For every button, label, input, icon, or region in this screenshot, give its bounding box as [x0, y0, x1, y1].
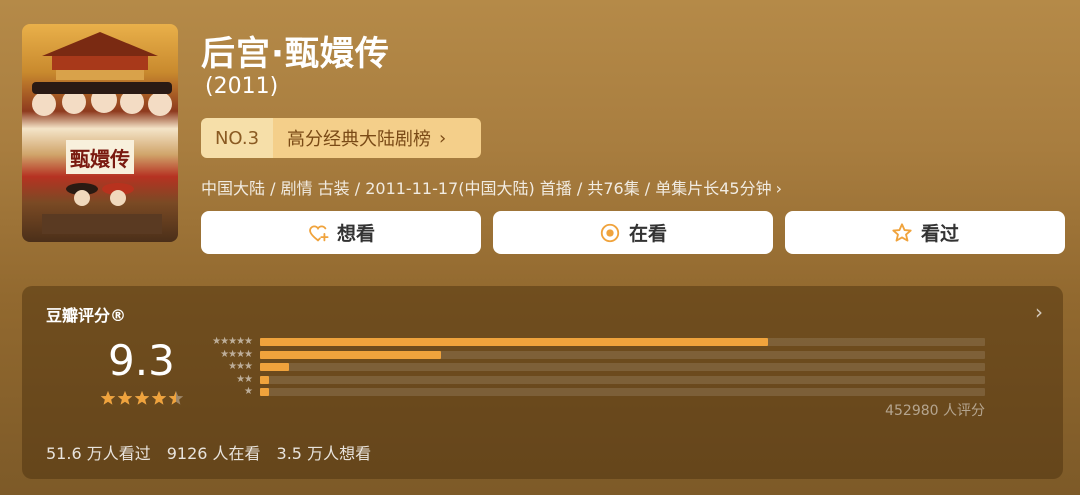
target-icon [600, 223, 620, 242]
watched-count: 51.6 万人看过 [46, 444, 151, 463]
star-outline-icon [892, 222, 912, 242]
meta-text: 中国大陆 / 剧情 古装 / 2011-11-17(中国大陆) 首播 / 共76… [201, 179, 772, 198]
poster-title: 甄嬛传 [70, 147, 130, 171]
vote-count: 452980 人评分 [885, 403, 985, 419]
distribution-star-label: ★★ [236, 373, 253, 385]
rating-distribution: ★★★★★ ★★★★ ★★★ ★★ ★ [196, 336, 986, 399]
rating-star-icon [151, 391, 167, 405]
distribution-bar [260, 350, 442, 359]
distribution-row: ★★★★★ [196, 336, 986, 349]
watching-label: 在看 [628, 223, 667, 245]
watching-button[interactable]: 在看 [493, 211, 773, 254]
show-meta-info[interactable]: 中国大陆 / 剧情 古装 / 2011-11-17(中国大陆) 首播 / 共76… [201, 175, 782, 199]
rating-star-icon [134, 391, 150, 405]
distribution-row: ★★★★ [196, 349, 986, 362]
distribution-bar-track [260, 375, 985, 384]
audience-stats: 51.6 万人看过 9126 人在看 3.5 万人想看 [46, 440, 371, 464]
distribution-star-label: ★★★★ [220, 348, 253, 360]
distribution-row: ★★ [196, 374, 986, 387]
distribution-bar [260, 375, 269, 384]
distribution-bar-track [260, 350, 985, 359]
distribution-bar-track [260, 363, 985, 372]
show-title: 后宫·甄嬛传 [201, 34, 390, 74]
watching-count: 9126 人在看 [166, 444, 261, 463]
rating-stars [100, 390, 184, 406]
rating-card: 豆瓣评分® › 9.3 ★★★★★ ★★★★ ★★★ ★★ ★ 452980 人评分 5… [22, 286, 1063, 479]
rating-star-icon [100, 391, 116, 405]
distribution-row: ★ [196, 386, 986, 399]
want-to-watch-label: 想看 [336, 223, 375, 245]
rating-star-icon [168, 391, 184, 405]
distribution-star-label: ★★★ [228, 361, 253, 373]
rating-star-icon [117, 391, 133, 405]
distribution-bar [260, 363, 289, 372]
distribution-bar [260, 388, 269, 397]
rating-score: 9.3 [108, 336, 175, 385]
distribution-star-label: ★★★★★ [212, 336, 253, 348]
watched-button[interactable]: 看过 [785, 211, 1065, 254]
want-count: 3.5 万人想看 [276, 444, 372, 463]
rank-list-label: 高分经典大陆剧榜 › [273, 118, 481, 158]
chevron-right-icon: › [775, 179, 783, 198]
distribution-bar-track [260, 338, 985, 347]
distribution-star-label: ★ [244, 386, 253, 398]
chevron-right-icon: › [439, 127, 447, 149]
rating-source-title: 豆瓣评分® [46, 306, 127, 325]
distribution-bar-track [260, 388, 985, 397]
ranking-badge[interactable]: NO.3 高分经典大陆剧榜 › [201, 118, 481, 158]
chevron-right-icon[interactable]: › [1035, 300, 1043, 324]
distribution-row: ★★★ [196, 361, 986, 374]
rank-list-name: 高分经典大陆剧榜 [287, 129, 431, 150]
watched-label: 看过 [920, 223, 959, 245]
rank-number: NO.3 [201, 118, 273, 158]
distribution-bar [260, 338, 768, 347]
poster-image[interactable]: 甄嬛传 [22, 24, 178, 242]
want-to-watch-button[interactable]: 想看 [201, 211, 481, 254]
show-year: (2011) [205, 74, 279, 99]
heart-plus-icon [309, 224, 329, 241]
poster-artwork: 甄嬛传 [32, 32, 172, 234]
